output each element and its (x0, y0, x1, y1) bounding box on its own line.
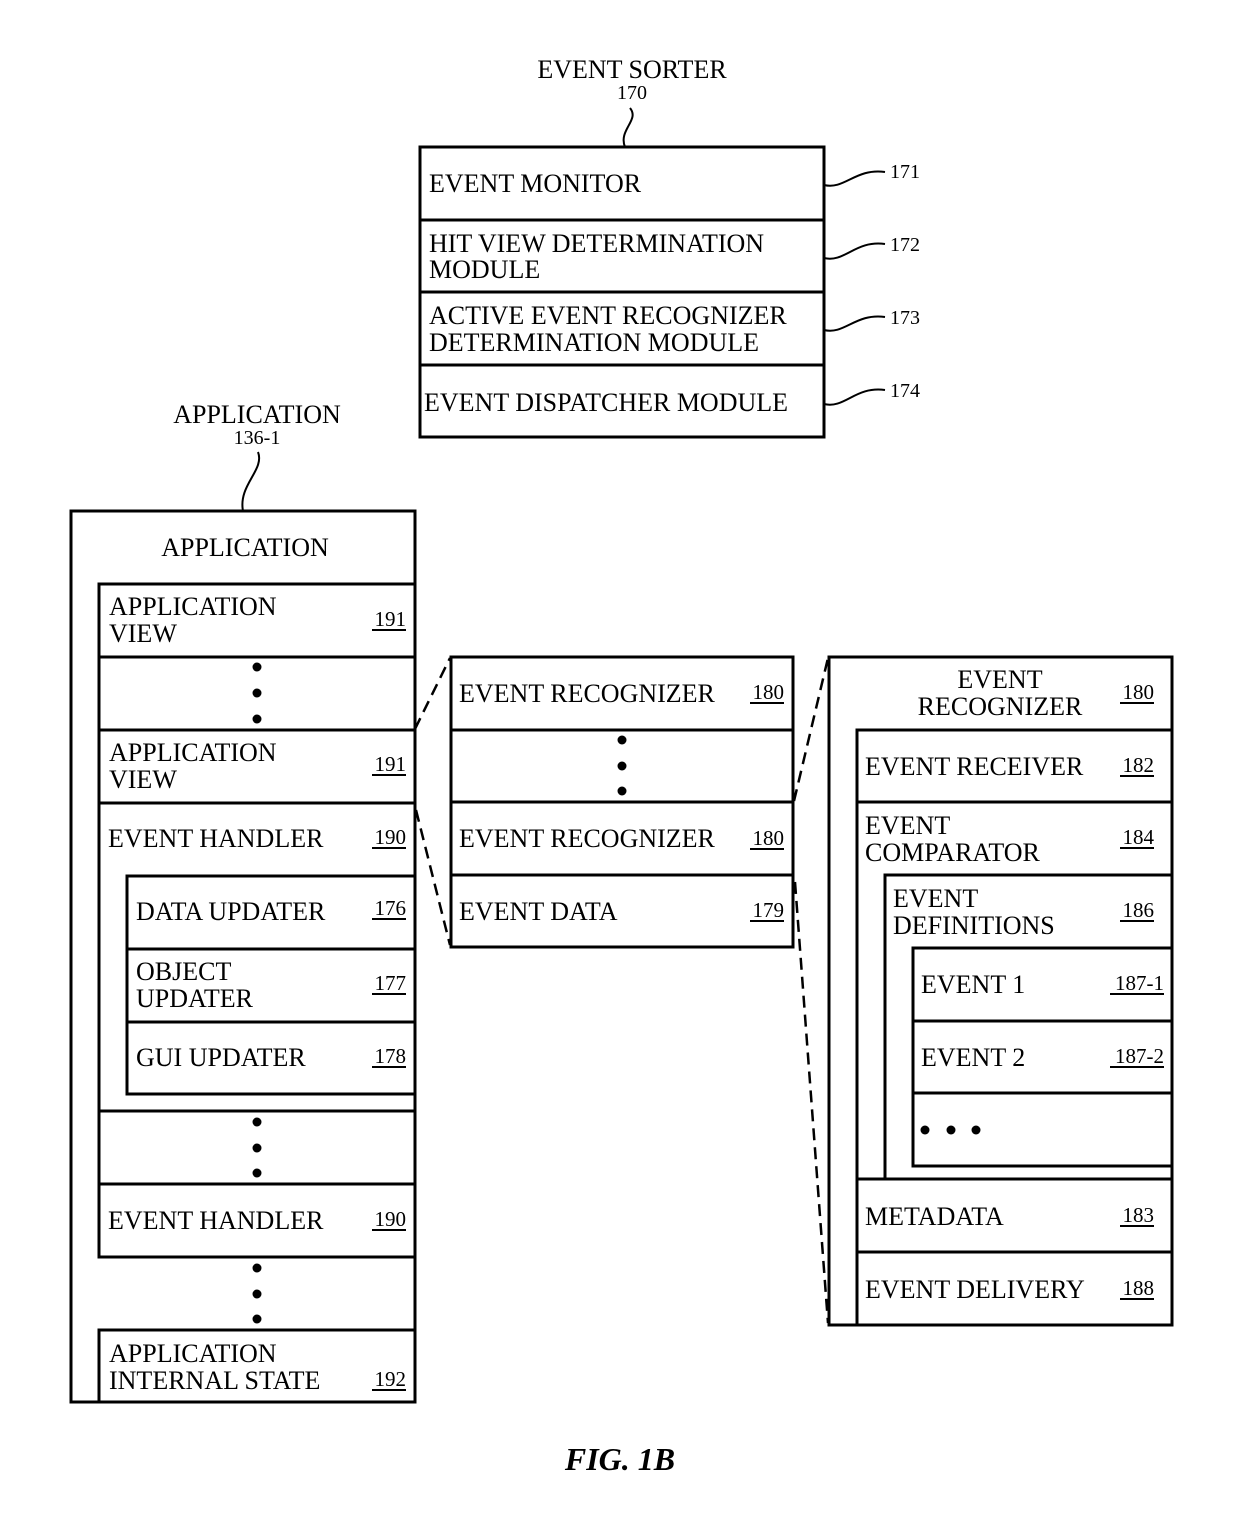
internal-state-line1: APPLICATION (109, 1339, 277, 1368)
patent-figure: EVENT SORTER 170 EVENT MONITOR HIT VIEW … (69, 55, 1174, 1477)
application-view-1-line1: APPLICATION (109, 592, 277, 621)
ellipsis-dot (252, 714, 262, 724)
event-recognizer-2-label: EVENT RECOGNIZER (459, 824, 716, 853)
event-comparator-line1: EVENT (865, 811, 950, 840)
event-definitions-line2: DEFINITIONS (893, 911, 1055, 940)
ref-171: 171 (890, 161, 920, 183)
expansion-line-top-left (413, 657, 452, 730)
ref-180-a: 180 (753, 680, 785, 704)
event-receiver-label: EVENT RECEIVER (865, 752, 1084, 781)
ref-191-a: 191 (375, 607, 407, 631)
ref-184: 184 (1123, 825, 1155, 849)
event-recognizers: EVENT RECOGNIZER 180 EVENT RECOGNIZER 18… (449, 655, 795, 949)
metadata-label: METADATA (865, 1202, 1004, 1231)
ref-180-c: 180 (1123, 680, 1155, 704)
recognizer-header-line2: RECOGNIZER (918, 692, 1083, 721)
ref-191-b: 191 (375, 752, 407, 776)
application: APPLICATION 136-1 APPLICATION APPLICATIO… (69, 400, 417, 1404)
hit-view-label-line1: HIT VIEW DETERMINATION (429, 229, 764, 258)
event-1-label: EVENT 1 (921, 970, 1025, 999)
figure-label: FIG. 1B (564, 1441, 675, 1477)
ellipsis-dot (920, 1125, 930, 1135)
event-definitions-line1: EVENT (893, 884, 978, 913)
event-handler-1-label: EVENT HANDLER (108, 824, 324, 853)
object-updater-line1: OBJECT (136, 957, 231, 986)
leader-line-173 (823, 315, 886, 332)
ref-172: 172 (890, 234, 920, 256)
ellipsis-dot (617, 761, 627, 771)
recognizer-header-line1: EVENT (957, 665, 1042, 694)
event-dispatcher-label: EVENT DISPATCHER MODULE (424, 388, 788, 417)
ellipsis-dot (252, 688, 262, 698)
active-recognizer-label-line1: ACTIVE EVENT RECOGNIZER (429, 301, 787, 330)
internal-state-line2: INTERNAL STATE (109, 1366, 320, 1395)
ref-186: 186 (1123, 898, 1155, 922)
event-sorter-title: EVENT SORTER (537, 55, 727, 84)
expansion-line-top-right (792, 657, 830, 802)
application-view-1-line2: VIEW (109, 619, 177, 648)
event-dispatcher-row: EVENT DISPATCHER MODULE (424, 388, 788, 417)
ellipsis-dot (252, 1314, 262, 1324)
leader-line-170 (622, 107, 634, 148)
ref-173: 173 (890, 307, 920, 329)
event-delivery-label: EVENT DELIVERY (865, 1275, 1085, 1304)
ref-178: 178 (375, 1044, 407, 1068)
expansion-line-bottom-right (793, 881, 830, 1324)
ellipsis-dot (946, 1125, 956, 1135)
event-monitor-row: EVENT MONITOR (429, 169, 642, 198)
ellipsis-dot (252, 1263, 262, 1273)
event-sorter: EVENT SORTER 170 EVENT MONITOR HIT VIEW … (418, 55, 920, 439)
ellipsis-dot (252, 1289, 262, 1299)
event-data-label: EVENT DATA (459, 897, 618, 926)
ref-188: 188 (1123, 1276, 1155, 1300)
leader-line-171 (823, 170, 886, 187)
ellipsis-dot (971, 1125, 981, 1135)
hit-view-label-line2: MODULE (429, 255, 540, 284)
ref-176: 176 (375, 896, 407, 920)
application-view-2-line1: APPLICATION (109, 738, 277, 767)
ref-182: 182 (1123, 753, 1155, 777)
application-caption: APPLICATION (173, 400, 341, 429)
event-recognizer-1-label: EVENT RECOGNIZER (459, 679, 716, 708)
expansion-line-bottom-left (414, 809, 452, 946)
event-comparator-line2: COMPARATOR (865, 838, 1041, 867)
application-ref: 136-1 (234, 427, 281, 449)
data-updater-label: DATA UPDATER (136, 897, 326, 926)
event-handler-2-label: EVENT HANDLER (108, 1206, 324, 1235)
leader-line-172 (823, 242, 886, 260)
ref-179: 179 (753, 898, 785, 922)
leader-line-174 (823, 388, 886, 406)
gui-updater-label: GUI UPDATER (136, 1043, 306, 1072)
ellipsis-dot (252, 1143, 262, 1153)
ellipsis-dot (252, 1117, 262, 1127)
event-2-label: EVENT 2 (921, 1043, 1025, 1072)
application-view-2-line2: VIEW (109, 765, 177, 794)
ellipsis-dot (617, 735, 627, 745)
object-updater-line2: UPDATER (136, 984, 254, 1013)
ref-190-a: 190 (375, 825, 407, 849)
ellipsis-dot (617, 786, 627, 796)
ref-180-b: 180 (753, 826, 785, 850)
active-recognizer-label-line2: DETERMINATION MODULE (429, 328, 759, 357)
application-header: APPLICATION (161, 533, 329, 562)
active-event-recognizer-row: ACTIVE EVENT RECOGNIZER DETERMINATION MO… (429, 301, 787, 357)
ref-190-b: 190 (375, 1207, 407, 1231)
ref-174: 174 (890, 380, 920, 402)
event-sorter-ref: 170 (617, 82, 647, 104)
event-monitor-label: EVENT MONITOR (429, 169, 642, 198)
ref-183: 183 (1123, 1203, 1155, 1227)
ref-187-1: 187-1 (1115, 971, 1164, 995)
event-recognizer-detail: EVENT RECOGNIZER 180 EVENT RECEIVER 182 … (827, 655, 1174, 1327)
ellipsis-dot (252, 662, 262, 672)
ref-177: 177 (375, 971, 407, 995)
ref-192: 192 (375, 1367, 407, 1391)
leader-line-136-1 (241, 451, 261, 512)
ref-187-2: 187-2 (1115, 1044, 1164, 1068)
ellipsis-dot (252, 1168, 262, 1178)
